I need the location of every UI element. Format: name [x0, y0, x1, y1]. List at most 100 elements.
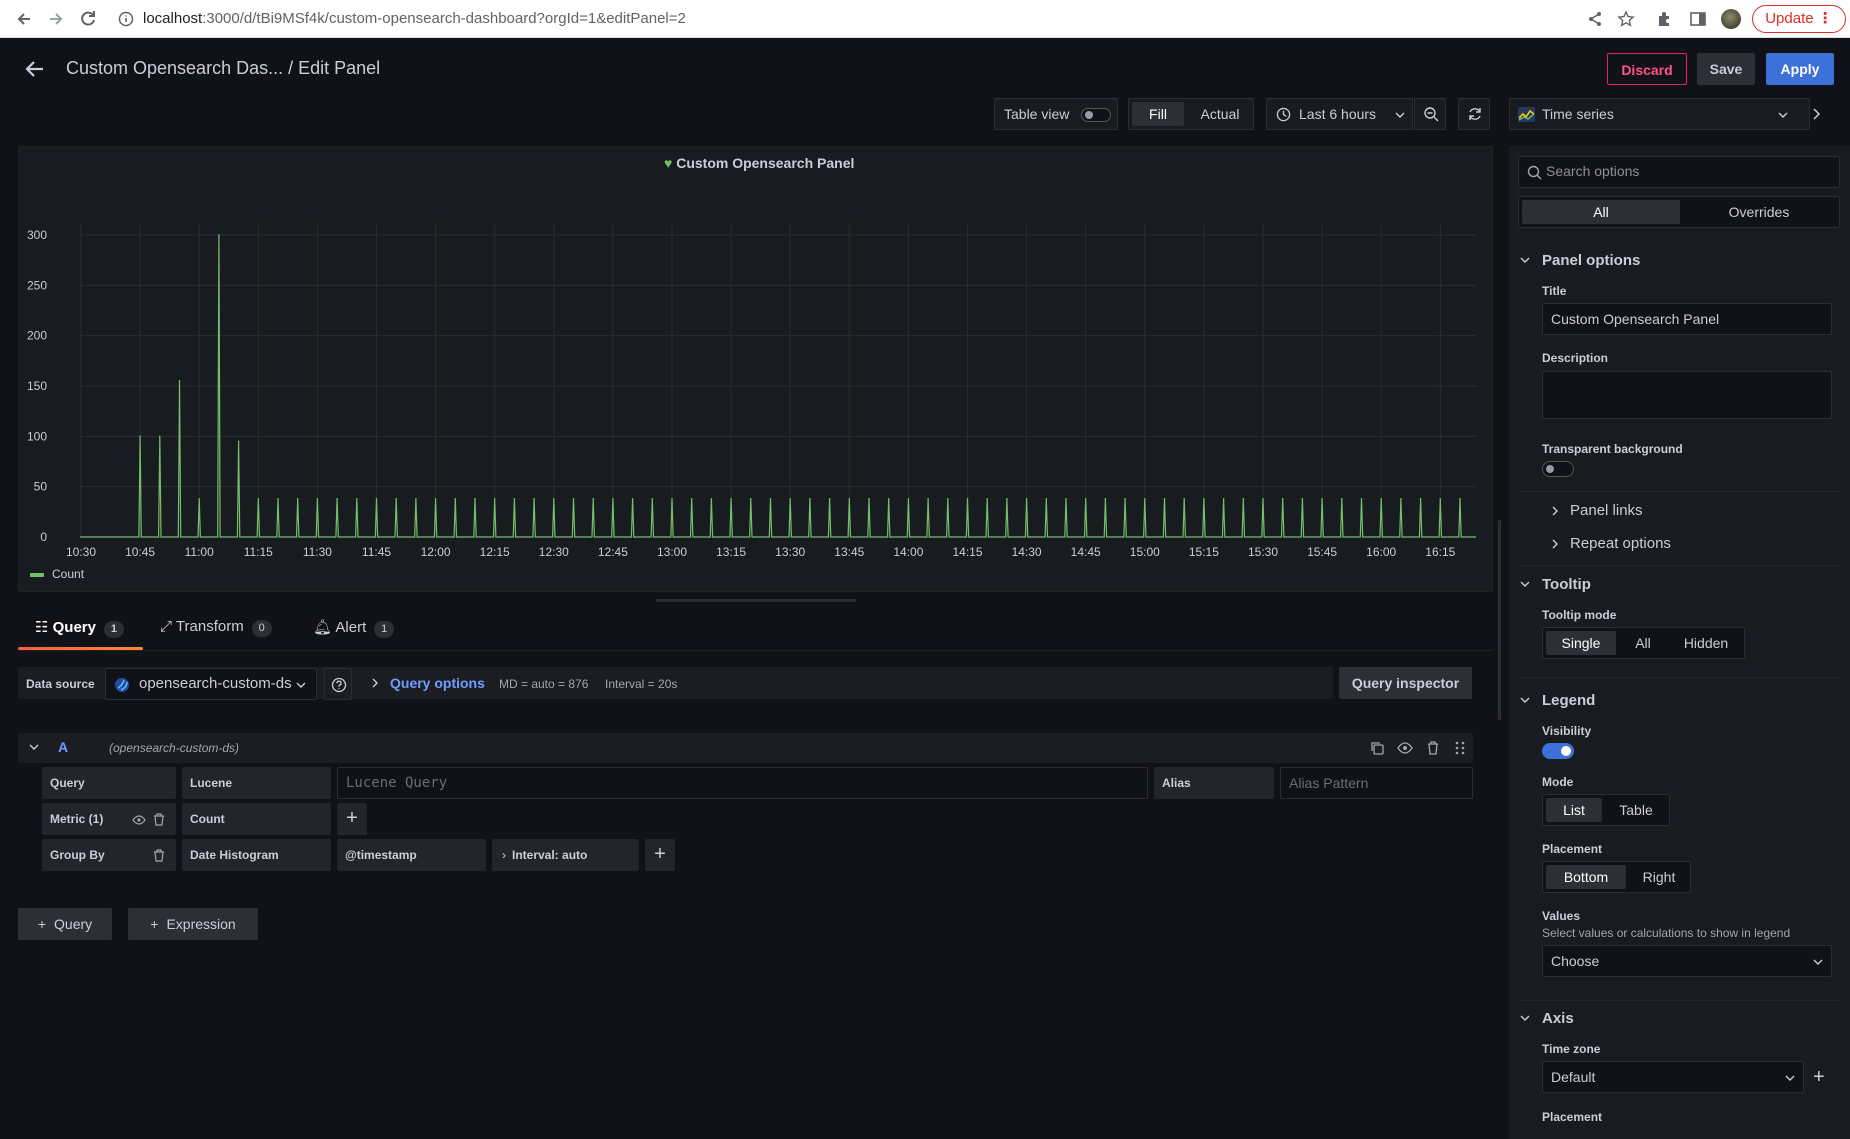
chevron-right-icon[interactable] — [1802, 98, 1830, 130]
legend-placement-bottom[interactable]: Bottom — [1546, 865, 1626, 889]
time-range-picker[interactable]: Last 6 hours — [1266, 98, 1413, 130]
apply-button[interactable]: Apply — [1766, 53, 1834, 85]
trash-icon[interactable] — [153, 849, 165, 862]
axis-header[interactable]: Axis — [1542, 1010, 1574, 1027]
lucene-query-input[interactable]: Lucene Query — [337, 767, 1148, 799]
description-textarea[interactable] — [1542, 371, 1832, 419]
x-tick-label: 11:30 — [303, 545, 332, 559]
eye-icon[interactable] — [132, 814, 146, 826]
chevron-right-icon[interactable] — [370, 677, 380, 689]
tabs-divider — [18, 650, 1493, 651]
plus-icon: + — [37, 916, 47, 932]
x-tick-label: 12:30 — [539, 545, 569, 559]
table-view-toggle[interactable]: Table view — [994, 98, 1118, 130]
heart-icon: ♥ — [664, 155, 673, 171]
info-icon[interactable] — [118, 11, 134, 27]
back-arrow-icon[interactable] — [14, 9, 34, 29]
metric-type-select[interactable]: Count — [182, 803, 331, 835]
pane-splitter[interactable] — [1498, 520, 1501, 720]
actual-option[interactable]: Actual — [1189, 102, 1251, 126]
drag-handle-icon[interactable] — [1453, 740, 1467, 756]
tooltip-header[interactable]: Tooltip — [1542, 576, 1591, 593]
discard-button[interactable]: Discard — [1607, 53, 1687, 85]
panel-resize-handle[interactable] — [656, 599, 856, 602]
table-view-switch[interactable] — [1081, 108, 1111, 122]
browser-update-button[interactable]: Update ⋮ — [1752, 5, 1846, 33]
legend-header[interactable]: Legend — [1542, 692, 1595, 709]
time-zone-select[interactable]: Default — [1542, 1061, 1804, 1093]
data-point — [671, 497, 673, 500]
add-query-button[interactable]: + Query — [18, 908, 112, 940]
trash-icon[interactable] — [153, 813, 165, 826]
chevron-down-icon[interactable] — [29, 743, 39, 751]
panel-options-header[interactable]: Panel options — [1542, 252, 1640, 269]
legend-mode-table[interactable]: Table — [1605, 798, 1667, 822]
chevron-down-icon[interactable] — [1520, 696, 1530, 704]
repeat-options-section[interactable]: Repeat options — [1570, 535, 1671, 552]
zoom-out-button[interactable] — [1414, 98, 1446, 130]
data-point — [828, 497, 831, 500]
data-point — [631, 497, 634, 500]
address-bar[interactable]: localhost:3000/d/tBi9MSf4k/custom-opense… — [143, 10, 686, 27]
all-options-tab[interactable]: All — [1522, 200, 1680, 224]
eye-icon[interactable] — [1397, 740, 1413, 756]
group-by-interval-toggle[interactable]: › Interval: auto — [492, 839, 639, 871]
reload-icon[interactable] — [78, 9, 98, 29]
overrides-tab[interactable]: Overrides — [1681, 200, 1837, 224]
add-group-by-button[interactable]: + — [645, 839, 675, 871]
data-point — [1124, 497, 1126, 500]
tab-transform[interactable]: ⤢ Transform 0 — [160, 618, 272, 652]
transparent-background-switch[interactable] — [1542, 461, 1574, 477]
refresh-button[interactable] — [1458, 98, 1490, 130]
share-icon[interactable] — [1586, 10, 1604, 28]
data-point — [789, 497, 791, 500]
tab-alert[interactable]: 🔔︎ Alert 1 — [313, 618, 395, 652]
add-metric-button[interactable]: + — [337, 803, 367, 835]
tooltip-mode-single[interactable]: Single — [1546, 631, 1616, 655]
query-options-toggle[interactable]: Query options — [390, 675, 485, 691]
chevron-down-icon — [296, 682, 306, 688]
x-tick-label: 14:45 — [1071, 545, 1101, 559]
data-point — [986, 497, 988, 500]
side-panel-icon[interactable] — [1689, 10, 1707, 28]
legend-mode-list[interactable]: List — [1546, 798, 1602, 822]
query-ref-id[interactable]: A — [58, 739, 68, 755]
bookmark-star-icon[interactable] — [1617, 10, 1635, 28]
extensions-icon[interactable] — [1656, 10, 1674, 28]
chevron-down-icon[interactable] — [1520, 256, 1530, 264]
duplicate-icon[interactable] — [1369, 740, 1385, 756]
y-tick-label: 100 — [27, 429, 47, 443]
group-by-field-select[interactable]: @timestamp — [337, 839, 486, 871]
chevron-down-icon[interactable] — [1520, 1014, 1530, 1022]
datasource-help-button[interactable] — [324, 668, 352, 700]
add-expression-button[interactable]: + Expression — [128, 908, 258, 940]
panel-links-section[interactable]: Panel links — [1570, 502, 1643, 519]
forward-arrow-icon[interactable] — [46, 9, 66, 29]
query-type-select[interactable]: Lucene — [182, 767, 331, 799]
legend-visibility-switch[interactable] — [1542, 743, 1574, 759]
chevron-right-icon[interactable] — [1550, 505, 1560, 517]
group-by-type-select[interactable]: Date Histogram — [182, 839, 331, 871]
alias-pattern-input[interactable]: Alias Pattern — [1280, 767, 1473, 799]
tooltip-mode-all[interactable]: All — [1618, 631, 1668, 655]
url-path: :3000/d/tBi9MSf4k/custom-opensearch-dash… — [202, 10, 686, 27]
fill-option[interactable]: Fill — [1132, 102, 1184, 126]
visualization-picker[interactable]: Time series — [1509, 98, 1810, 130]
zoom-out-icon — [1424, 107, 1439, 122]
query-inspector-button[interactable]: Query inspector — [1339, 667, 1472, 699]
group-by-label-text: Group By — [50, 848, 105, 862]
chart-legend[interactable]: Count — [30, 567, 84, 581]
chevron-down-icon[interactable] — [1520, 580, 1530, 588]
group-by-interval-text: Interval: auto — [512, 848, 588, 862]
back-arrow-icon[interactable] — [24, 58, 46, 80]
chevron-right-icon[interactable] — [1550, 538, 1560, 550]
trash-icon[interactable] — [1425, 740, 1441, 756]
legend-values-select[interactable]: Choose — [1542, 945, 1832, 977]
add-time-zone-button[interactable]: + — [1813, 1066, 1825, 1089]
save-button[interactable]: Save — [1697, 53, 1755, 85]
profile-avatar[interactable] — [1721, 9, 1741, 29]
legend-placement-right[interactable]: Right — [1629, 865, 1689, 889]
transform-icon: ⤢ — [160, 618, 173, 635]
tooltip-mode-hidden[interactable]: Hidden — [1670, 631, 1742, 655]
panel-title-input[interactable]: Custom Opensearch Panel — [1542, 303, 1832, 335]
